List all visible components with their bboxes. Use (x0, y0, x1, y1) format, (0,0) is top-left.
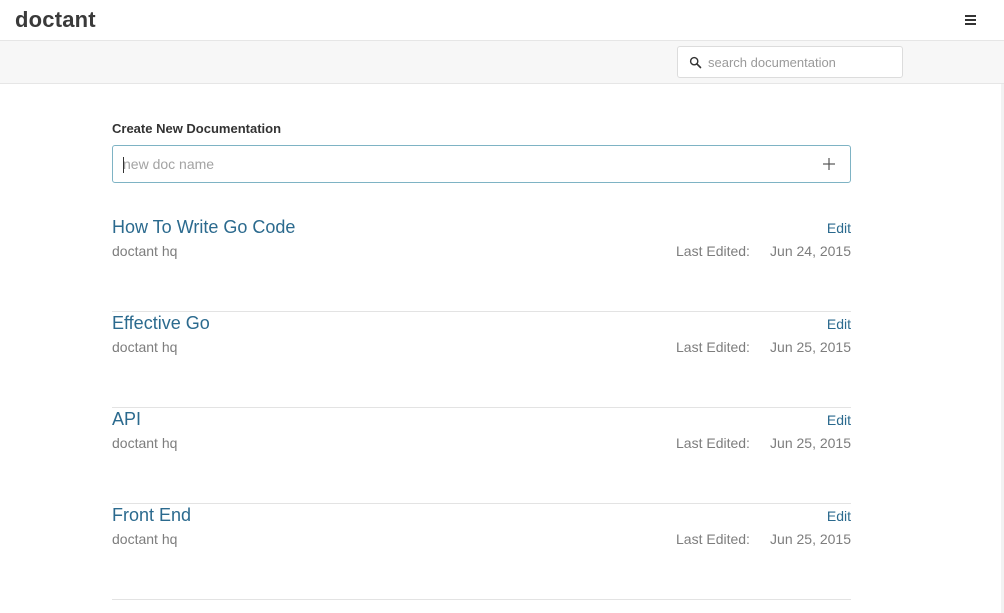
last-edited-date: Jun 25, 2015 (770, 531, 851, 547)
hamburger-icon-bar (965, 23, 976, 25)
doc-list-item: Front End doctant hq Edit Last Edited: J… (112, 504, 851, 600)
doc-edit-link[interactable]: Edit (827, 220, 851, 236)
search-input[interactable] (706, 47, 900, 77)
doc-list-item: How To Write Go Code doctant hq Edit Las… (112, 216, 851, 312)
last-edited-date: Jun 24, 2015 (770, 243, 851, 259)
search-box[interactable] (677, 46, 903, 78)
doc-list-item: Effective Go doctant hq Edit Last Edited… (112, 312, 851, 408)
doc-owner: doctant hq (112, 243, 178, 259)
doc-owner: doctant hq (112, 339, 178, 355)
text-caret (123, 157, 124, 173)
last-edited-date: Jun 25, 2015 (770, 435, 851, 451)
top-navbar: doctant (0, 0, 1004, 41)
brand-logo[interactable]: doctant (15, 6, 96, 34)
search-icon (689, 56, 702, 69)
doc-title-link[interactable]: How To Write Go Code (112, 216, 295, 238)
create-doc-label: Create New Documentation (112, 121, 282, 136)
last-edited-label: Last Edited: (676, 531, 750, 547)
doc-owner: doctant hq (112, 531, 178, 547)
create-doc-field[interactable] (112, 145, 851, 183)
doc-edit-link[interactable]: Edit (827, 412, 851, 428)
doc-owner: doctant hq (112, 435, 178, 451)
doc-title-link[interactable]: API (112, 408, 141, 430)
hamburger-icon (965, 15, 976, 17)
plus-icon[interactable] (822, 157, 836, 171)
doc-title-link[interactable]: Effective Go (112, 312, 210, 334)
search-bar-strip (0, 41, 1004, 84)
menu-button[interactable] (962, 11, 980, 29)
new-doc-name-input[interactable] (113, 146, 803, 182)
doc-edit-link[interactable]: Edit (827, 508, 851, 524)
hamburger-icon-bar (965, 19, 976, 21)
doc-edit-link[interactable]: Edit (827, 316, 851, 332)
last-edited-label: Last Edited: (676, 339, 750, 355)
last-edited-label: Last Edited: (676, 435, 750, 451)
doc-list-item: API doctant hq Edit Last Edited: Jun 25,… (112, 408, 851, 504)
doc-title-link[interactable]: Front End (112, 504, 191, 526)
last-edited-date: Jun 25, 2015 (770, 339, 851, 355)
last-edited-label: Last Edited: (676, 243, 750, 259)
